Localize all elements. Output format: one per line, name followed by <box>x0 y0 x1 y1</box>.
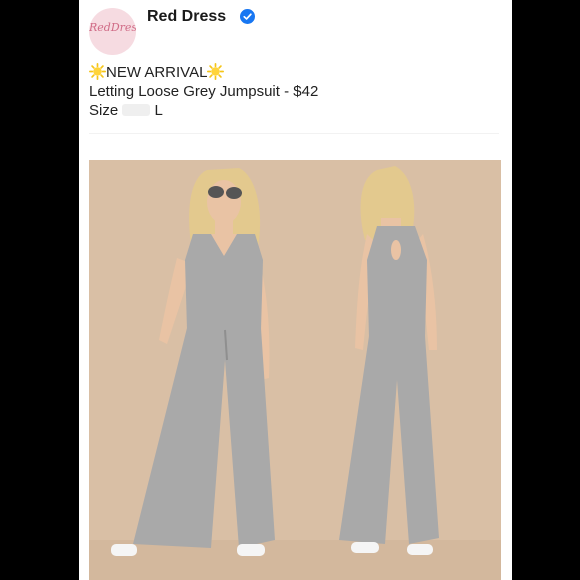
account-name[interactable]: Red Dress <box>147 8 226 26</box>
post-caption: NEW ARRIVAL Letting Loose Grey Jumpsuit … <box>89 63 318 120</box>
post-card: RedDress Red Dress NEW ARRI <box>79 0 512 580</box>
sun-emoji-icon <box>207 63 225 80</box>
product-line: Letting Loose Grey Jumpsuit - $42 <box>89 83 319 100</box>
size-label: Size <box>89 102 119 119</box>
post-header: RedDress Red Dress <box>89 8 499 55</box>
verified-badge-icon <box>240 9 255 24</box>
divider <box>89 133 499 134</box>
size-line: Size L <box>89 101 318 120</box>
headline-text: NEW ARRIVAL <box>106 64 208 81</box>
avatar[interactable]: RedDress <box>89 8 136 55</box>
product-photo[interactable] <box>89 160 501 580</box>
sun-emoji-icon <box>89 63 106 80</box>
size-value: L <box>154 102 163 119</box>
headline-line: NEW ARRIVAL <box>89 63 318 82</box>
avatar-logo-text: RedDress <box>89 21 136 34</box>
product-photo-illustration <box>89 160 501 580</box>
size-redaction <box>122 104 151 116</box>
